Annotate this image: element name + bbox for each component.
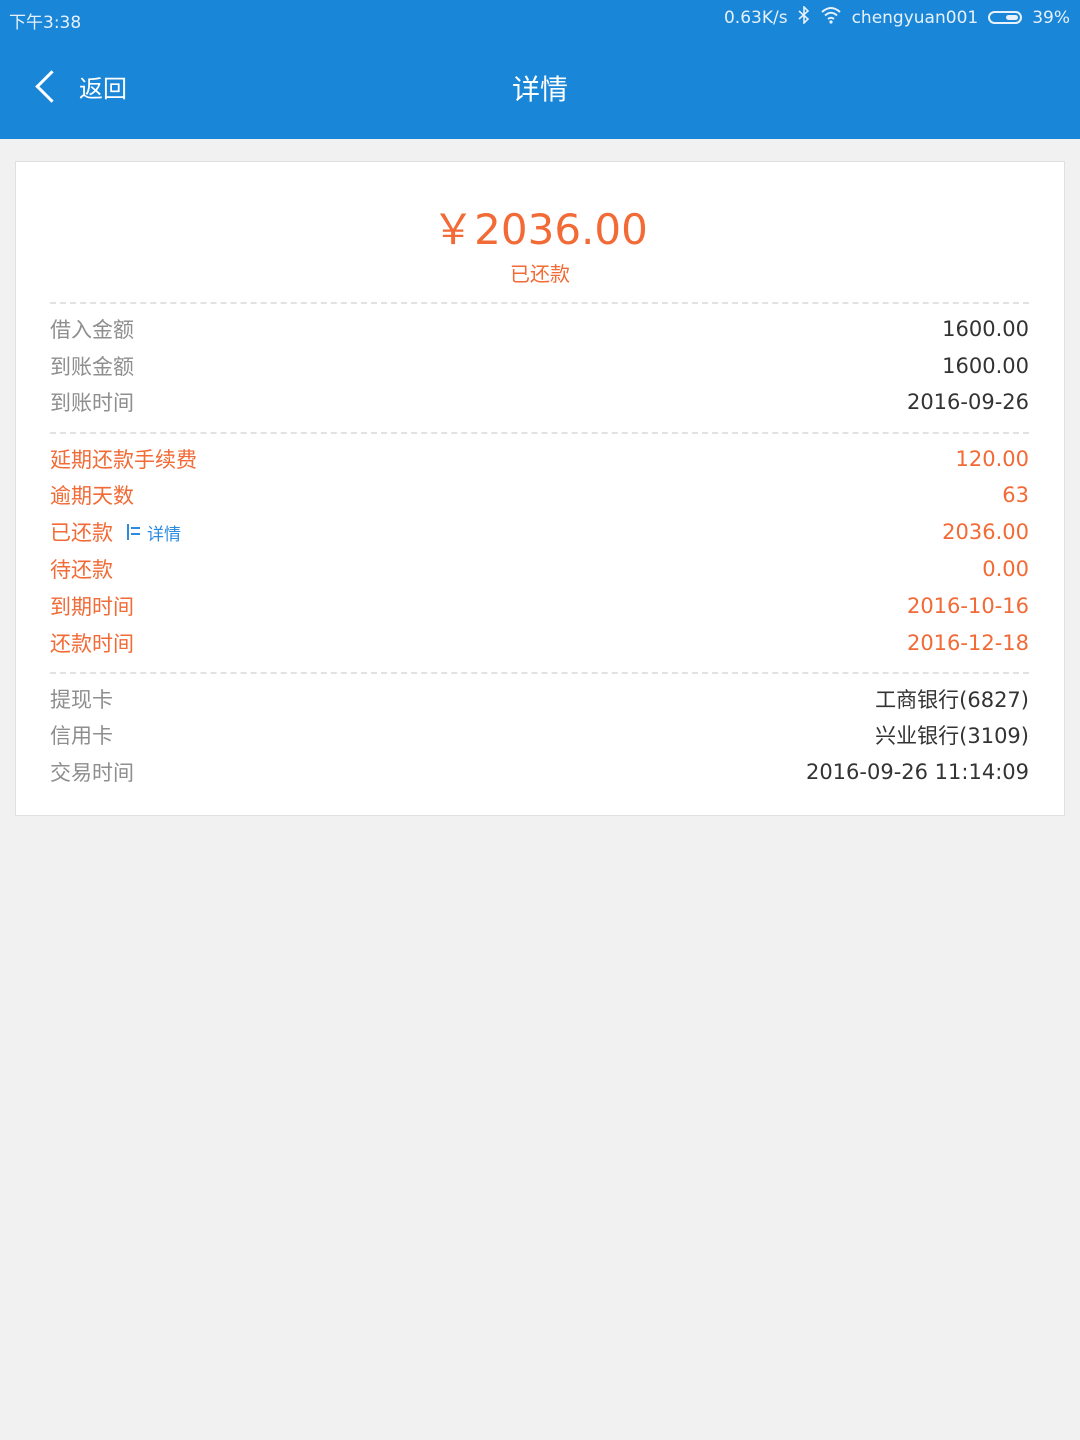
wifi-icon	[820, 6, 842, 29]
row-value: 2016-09-26 11:14:09	[805, 760, 1029, 784]
row-label: 交易时间	[50, 761, 134, 785]
row-value: 2016-12-18	[906, 631, 1029, 655]
status-bar: 下午3:38 0.63K/s chengyuan001 39%	[0, 0, 1080, 36]
repayment-status: 已还款	[510, 262, 570, 286]
row-received-date: 到账时间 2016-09-26	[50, 385, 1029, 419]
row-label: 到期时间	[50, 595, 134, 619]
row-value: 2016-10-16	[906, 594, 1029, 618]
row-label: 逾期天数	[50, 484, 134, 508]
divider	[50, 672, 1029, 674]
status-time: 下午3:38	[9, 13, 82, 33]
row-value: 2016-09-26	[906, 390, 1029, 414]
bluetooth-icon	[798, 5, 810, 29]
row-withdraw-card: 提现卡 工商银行(6827)	[50, 682, 1029, 716]
row-value: 工商银行(6827)	[875, 688, 1029, 712]
row-value: 63	[1002, 483, 1029, 507]
row-label: 已还款	[50, 521, 113, 545]
row-value: 兴业银行(3109)	[875, 724, 1029, 748]
row-repaid: 已还款 详情 2036.00	[50, 515, 1029, 549]
nav-bar: 返回 详情	[0, 36, 1080, 139]
app-header: 下午3:38 0.63K/s chengyuan001 39% 返回 详情	[0, 0, 1080, 139]
row-label: 提现卡	[50, 688, 113, 712]
total-amount: ￥2036.00	[432, 205, 648, 254]
status-right: 0.63K/s chengyuan001 39%	[723, 5, 1070, 29]
row-value: 1600.00	[942, 317, 1029, 341]
row-value: 120.00	[955, 447, 1029, 471]
document-icon	[127, 524, 141, 540]
divider	[50, 432, 1029, 434]
net-speed: 0.63K/s	[723, 7, 788, 28]
row-label: 借入金额	[50, 318, 134, 342]
wifi-name: chengyuan001	[851, 7, 979, 28]
row-credit-card: 信用卡 兴业银行(3109)	[50, 718, 1029, 752]
row-label: 到账金额	[50, 355, 134, 379]
row-value: 2036.00	[942, 520, 1029, 544]
row-label: 延期还款手续费	[50, 448, 197, 472]
row-label: 还款时间	[50, 632, 134, 656]
row-label-wrap: 已还款 详情	[50, 517, 181, 547]
divider	[50, 302, 1029, 304]
row-transaction-time: 交易时间 2016-09-26 11:14:09	[50, 755, 1029, 789]
row-received-amount: 到账金额 1600.00	[50, 349, 1029, 383]
row-label: 到账时间	[50, 391, 134, 415]
battery-percent: 39%	[1032, 7, 1070, 28]
row-extension-fee: 延期还款手续费 120.00	[50, 442, 1029, 476]
row-value: 0.00	[982, 557, 1029, 581]
detail-link-label: 详情	[147, 524, 181, 545]
page-title: 详情	[511, 73, 568, 106]
row-label: 待还款	[50, 558, 113, 582]
row-overdue-days: 逾期天数 63	[50, 478, 1029, 512]
row-borrowed-amount: 借入金额 1600.00	[50, 312, 1029, 346]
repaid-detail-link[interactable]: 详情	[127, 520, 181, 545]
row-due-date: 到期时间 2016-10-16	[50, 589, 1029, 623]
battery-icon	[988, 11, 1023, 24]
row-pending-repayment: 待还款 0.00	[50, 552, 1029, 586]
row-value: 1600.00	[942, 354, 1029, 378]
row-repayment-date: 还款时间 2016-12-18	[50, 626, 1029, 660]
row-label: 信用卡	[50, 724, 113, 748]
